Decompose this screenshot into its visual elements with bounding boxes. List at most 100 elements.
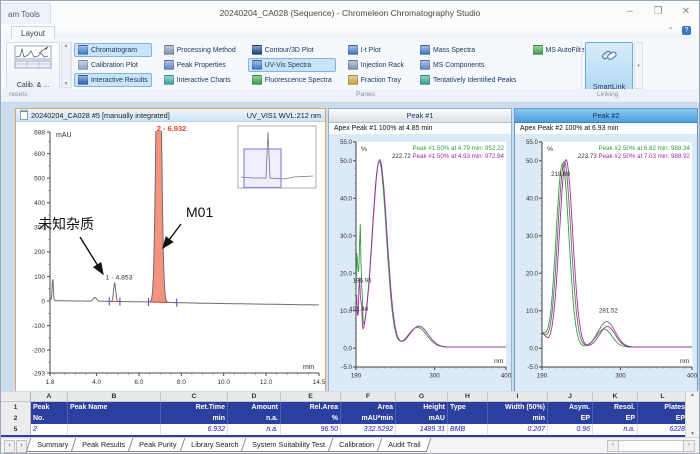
header-cell[interactable]: Width (50%) — [488, 402, 548, 413]
fluorescence-spectra-pane-toggle[interactable]: Fluorescence Spectra — [248, 73, 336, 87]
header-cell[interactable]: Resol. — [593, 402, 638, 413]
header-cell[interactable]: Type — [448, 402, 488, 413]
data-cell[interactable]: 332.5292 — [341, 424, 396, 435]
preset-scroll[interactable]: ▲▼ — [61, 42, 71, 88]
peak2-spectrum-plot[interactable]: 55.050.040.030.020.010.00.0-5.0190300400… — [515, 134, 697, 391]
table-horizontal-scrollbar[interactable]: ‹ › — [607, 438, 699, 454]
header-cell[interactable]: Height — [396, 402, 448, 413]
header-cell[interactable]: Area — [341, 402, 396, 413]
collapse-ribbon-icon[interactable]: ⌃ — [667, 26, 674, 35]
data-cell[interactable]: 2 — [31, 424, 68, 435]
peak2-spectrum-panel[interactable]: Peak #2 Apex Peak #2 100% at 6.93 min 55… — [514, 108, 698, 391]
tentatively-identified-peaks-pane-toggle[interactable]: Tentatively Identified Peaks — [416, 73, 521, 87]
hscroll-right-icon[interactable]: › — [683, 440, 695, 452]
sheet-tab-peak-results[interactable]: Peak Results — [71, 438, 137, 452]
smartlink-button[interactable]: SmartLink — [585, 42, 633, 94]
header-cell[interactable] — [68, 413, 161, 424]
header-cell[interactable]: Amount — [228, 402, 281, 413]
tab-layout[interactable]: Layout — [11, 26, 55, 40]
chromatogram-pane-toggle[interactable]: Chromatogram — [74, 43, 152, 57]
column-header-E[interactable]: E — [281, 392, 341, 402]
column-header-F[interactable]: F — [341, 392, 396, 402]
context-ribbon-tab[interactable]: am Tools — [0, 3, 51, 24]
i-t-plot-pane-toggle[interactable]: I-t Plot — [344, 43, 408, 57]
column-header-I[interactable]: I — [488, 392, 548, 402]
table-vertical-scrollbar[interactable]: ▲▼ — [685, 392, 699, 437]
column-header-D[interactable]: D — [228, 392, 281, 402]
data-cell[interactable]: n.a. — [228, 424, 281, 435]
interactive-results-pane-toggle[interactable]: Interactive Results — [74, 73, 152, 87]
row-header-2[interactable]: 2 — [1, 413, 31, 424]
contour-3d-plot-pane-toggle[interactable]: Contour/3D Plot — [248, 43, 336, 57]
header-cell[interactable]: Peak Name — [68, 402, 161, 413]
peak1-spectrum-panel[interactable]: Peak #1 Apex Peak #1 100% at 4.85 min 55… — [328, 108, 512, 391]
grid-corner[interactable] — [1, 392, 31, 402]
header-cell[interactable]: EP — [548, 413, 593, 424]
header-cell[interactable]: Ret.Time — [161, 402, 228, 413]
row-header-5[interactable]: 5 — [1, 424, 31, 435]
restore-button[interactable]: ❐ — [651, 4, 665, 18]
column-header-L[interactable]: L — [638, 392, 688, 402]
mass-spectra-pane-toggle[interactable]: Mass Spectra — [416, 43, 521, 57]
column-header-A[interactable]: A — [31, 392, 68, 402]
svg-text:191.40: 191.40 — [349, 306, 368, 313]
header-cell[interactable]: EP — [593, 413, 638, 424]
help-icon[interactable]: ? — [682, 26, 691, 35]
data-cell[interactable]: 0.96 — [548, 424, 593, 435]
header-cell[interactable]: n.a. — [228, 413, 281, 424]
close-button[interactable]: ✕ — [679, 4, 693, 18]
column-header-J[interactable]: J — [548, 392, 593, 402]
header-cell[interactable] — [448, 413, 488, 424]
data-cell[interactable]: 0.207 — [488, 424, 548, 435]
data-cell[interactable]: BMB — [448, 424, 488, 435]
injection-rack-pane-toggle[interactable]: Injection Rack — [344, 58, 408, 72]
minimize-button[interactable]: – — [623, 4, 637, 18]
column-header-G[interactable]: G — [396, 392, 448, 402]
sheet-tab-peak-purity[interactable]: Peak Purity — [128, 438, 188, 452]
peak1-panel-header[interactable]: Peak #1 — [329, 109, 511, 123]
column-header-K[interactable]: K — [593, 392, 638, 402]
header-cell[interactable]: Asym. — [548, 402, 593, 413]
calibration-plot-pane-toggle[interactable]: Calibration Plot — [74, 58, 152, 72]
interactive-charts-pane-toggle[interactable]: Interactive Charts — [160, 73, 240, 87]
svg-text:50.0: 50.0 — [526, 158, 539, 165]
header-cell[interactable]: Peak — [31, 402, 68, 413]
data-cell[interactable] — [68, 424, 161, 435]
header-cell[interactable]: Rel.Area — [281, 402, 341, 413]
smartlink-dropdown[interactable]: ▾ — [634, 42, 643, 89]
sheet-tab-library-search[interactable]: Library Search — [179, 438, 249, 452]
header-cell[interactable]: min — [161, 413, 228, 424]
data-cell[interactable]: 6228 — [638, 424, 688, 435]
chromatogram-panel[interactable]: 20240204_CA028 #5 [manually integrated] … — [15, 108, 326, 391]
header-cell[interactable]: mAU*min — [341, 413, 396, 424]
data-cell[interactable]: 6.932 — [161, 424, 228, 435]
hscroll-left-icon[interactable]: ‹ — [607, 440, 619, 452]
uv-vis-spectra-pane-toggle[interactable]: UV-Vis Spectra — [248, 58, 336, 72]
header-cell[interactable]: mAU — [396, 413, 448, 424]
column-header-B[interactable]: B — [68, 392, 161, 402]
data-cell[interactable]: 1489.31 — [396, 424, 448, 435]
data-cell[interactable]: n.a. — [593, 424, 638, 435]
processing-method-pane-toggle[interactable]: Processing Method — [160, 43, 240, 57]
header-cell[interactable]: Plates — [638, 402, 688, 413]
header-cell[interactable]: No. — [31, 413, 68, 424]
column-header-H[interactable]: H — [448, 392, 488, 402]
header-cell[interactable]: min — [488, 413, 548, 424]
sheet-nav-left[interactable]: ‹ — [4, 440, 15, 453]
peak-properties-pane-toggle[interactable]: Peak Properties — [160, 58, 240, 72]
sheet-tab-audit-trail[interactable]: Audit Trail — [376, 438, 431, 452]
chromatogram-plot[interactable]: 6886005004003002001000-100-200-2931.84.0… — [16, 122, 325, 391]
ms-components-pane-toggle[interactable]: MS Components — [416, 58, 521, 72]
header-cell[interactable]: % — [281, 413, 341, 424]
peak2-panel-header[interactable]: Peak #2 — [515, 109, 697, 123]
svg-text:400: 400 — [501, 373, 511, 380]
column-header-C[interactable]: C — [161, 392, 228, 402]
data-cell[interactable]: 96.50 — [281, 424, 341, 435]
header-cell[interactable]: EP — [638, 413, 688, 424]
row-header-1[interactable]: 1 — [1, 402, 31, 413]
svg-text:未知杂质: 未知杂质 — [38, 216, 94, 233]
fraction-tray-pane-toggle[interactable]: Fraction Tray — [344, 73, 408, 87]
sheet-tab-system-suitability-test[interactable]: System Suitability Test — [241, 438, 336, 452]
preset-calibration-button[interactable]: Calib. & ... — [6, 42, 60, 92]
peak1-spectrum-plot[interactable]: 55.050.040.030.020.010.00.0-5.0190300400… — [329, 134, 511, 391]
